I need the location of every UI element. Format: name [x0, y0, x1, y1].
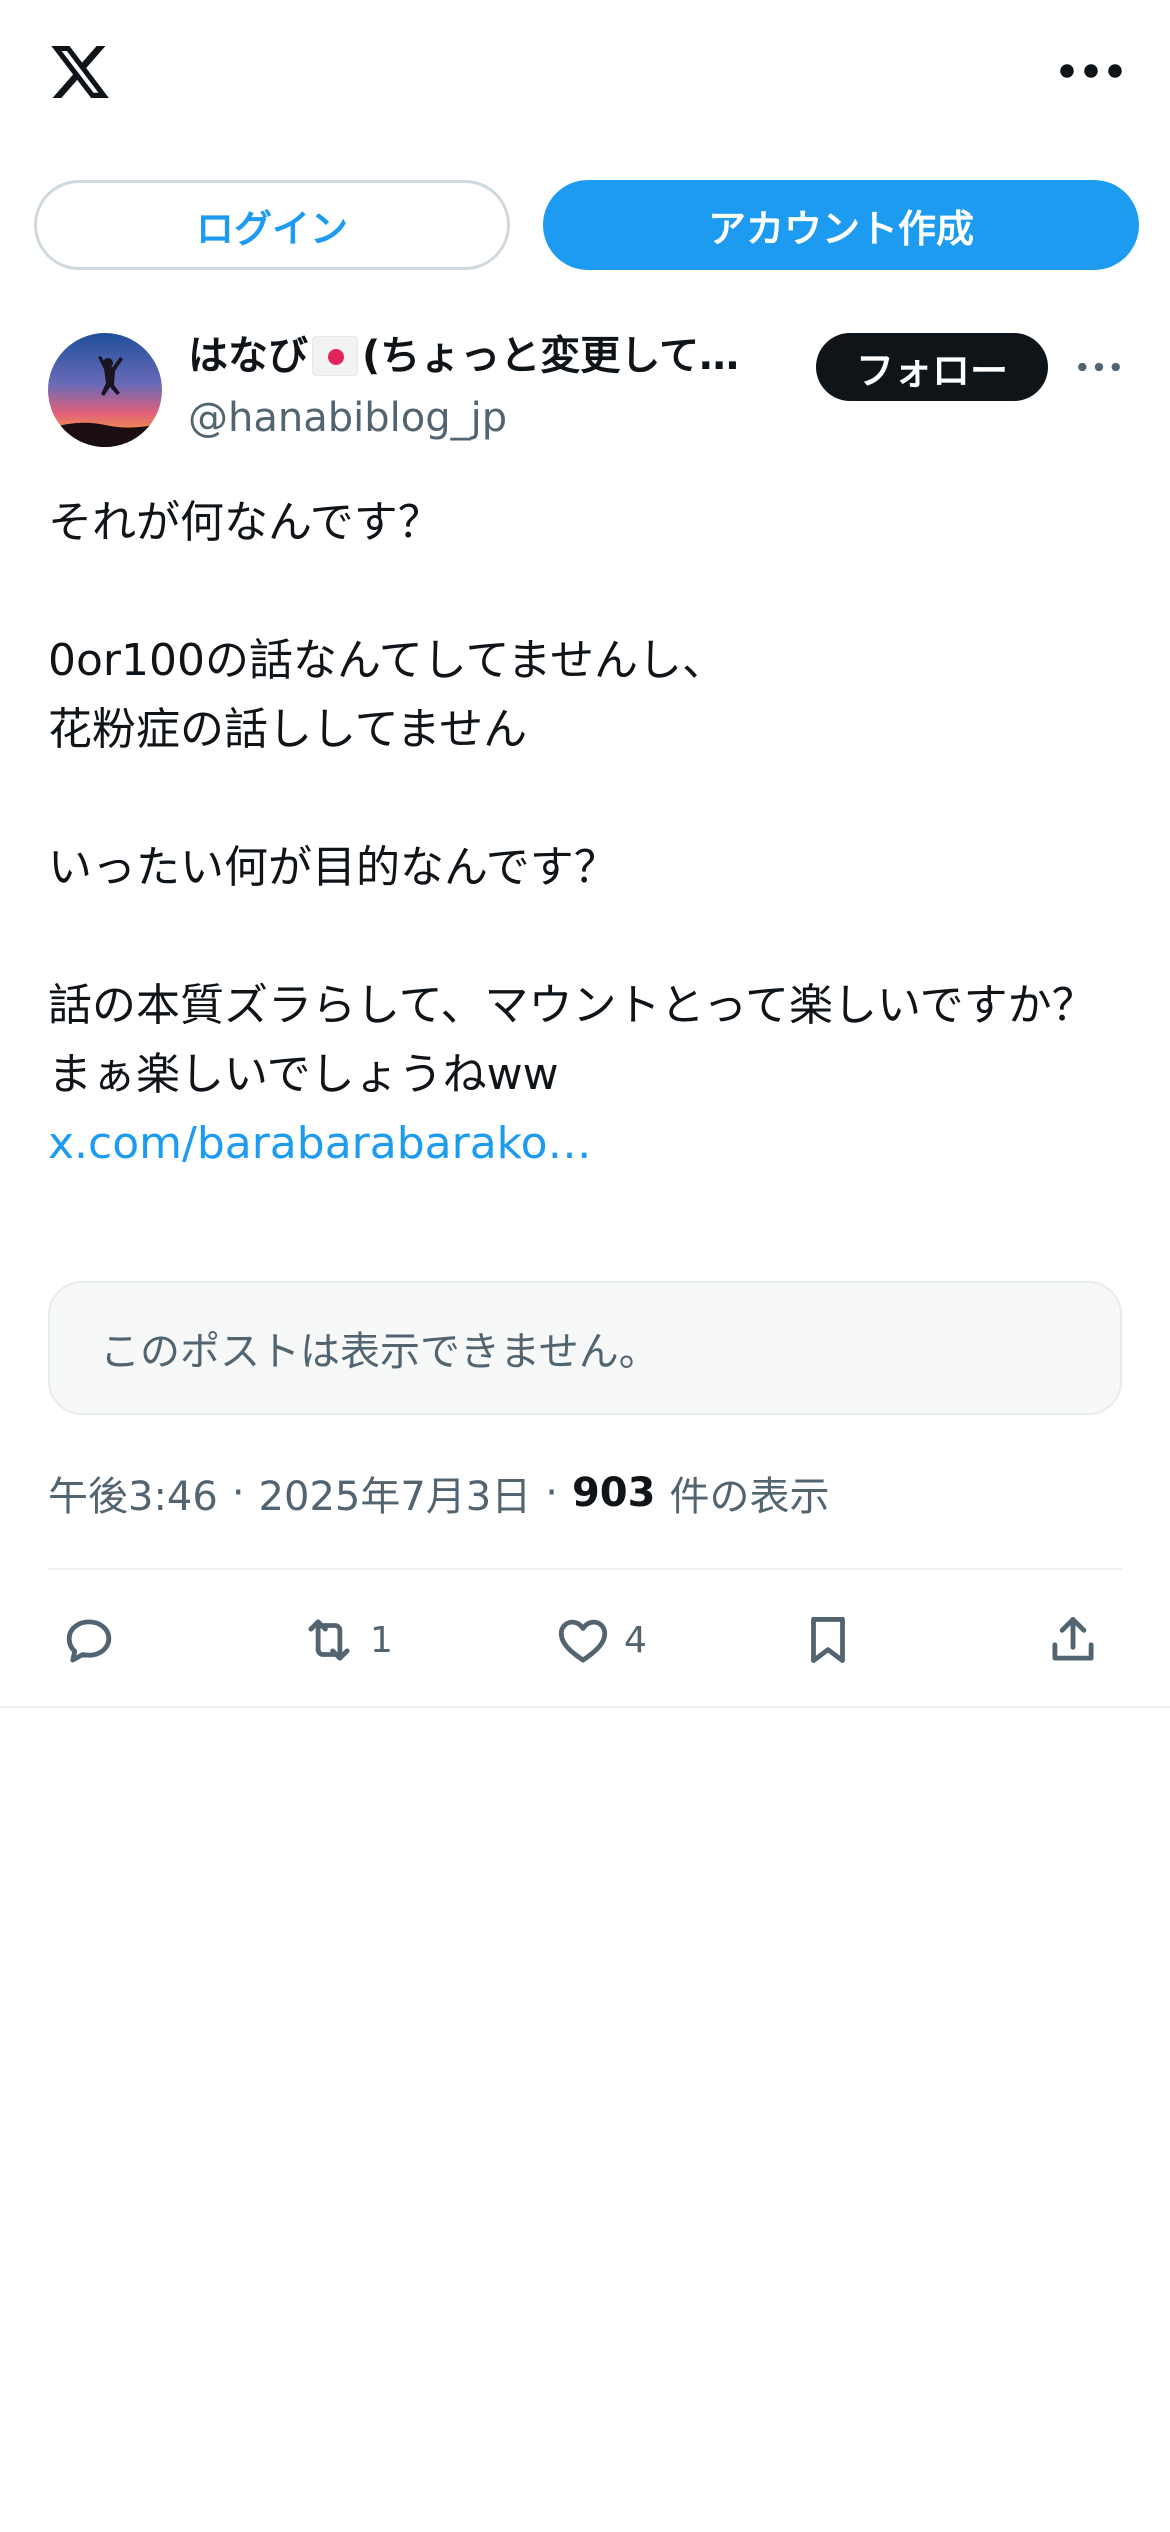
views-label: 件の表示: [669, 1474, 830, 1520]
follow-button[interactable]: フォロー: [816, 333, 1048, 401]
post-date[interactable]: 2025年7月3日: [259, 1464, 532, 1522]
meta-separator: ·: [545, 1470, 558, 1516]
like-button[interactable]: 4: [554, 1600, 647, 1680]
bookmark-icon: [811, 1617, 845, 1663]
create-account-button[interactable]: アカウント作成: [543, 180, 1139, 270]
post-time[interactable]: 午後3:46: [48, 1464, 218, 1522]
repost-count: 1: [370, 1619, 393, 1661]
action-bar: 1 4: [48, 1600, 1122, 1680]
divider: [48, 1568, 1122, 1570]
x-logo-icon[interactable]: [46, 40, 114, 104]
top-bar: [0, 0, 1170, 150]
more-horizontal-icon[interactable]: [1076, 355, 1122, 379]
post-link[interactable]: x.com/barabarabarako…: [48, 1118, 592, 1169]
display-name-suffix: (ちょっと変更して…: [362, 333, 740, 379]
more-horizontal-icon[interactable]: [1058, 56, 1124, 86]
post-text-line: まぁ楽しいでしょうねww: [48, 1049, 559, 1100]
divider: [0, 1706, 1170, 1708]
post-text-line: それが何なんです？: [48, 497, 442, 548]
avatar[interactable]: [48, 333, 162, 447]
repost-button[interactable]: 1: [300, 1600, 393, 1680]
reply-icon: [66, 1619, 112, 1663]
reply-button[interactable]: [60, 1600, 118, 1680]
login-button[interactable]: ログイン: [34, 180, 510, 270]
post-text-line: いったい何が目的なんです？: [48, 842, 618, 893]
post-text-line: 話の本質ズラらして、マウントとって楽しいですか？: [48, 980, 1096, 1031]
japan-flag-icon: [312, 336, 358, 376]
post-meta: 午後3:46 · 2025年7月3日 · 903 件の表示: [48, 1458, 829, 1528]
post-text: それが何なんです？ 0or100の話なんてしてませんし、 花粉症の話ししてません…: [48, 488, 1128, 1178]
like-count: 4: [624, 1619, 647, 1661]
share-button[interactable]: [1044, 1600, 1102, 1680]
share-icon: [1052, 1617, 1094, 1661]
heart-icon: [558, 1619, 608, 1663]
display-name[interactable]: はなび (ちょっと変更して…: [188, 326, 778, 386]
user-handle[interactable]: @hanabiblog_jp: [188, 388, 507, 448]
post-text-line: 0or100の話なんてしてませんし、: [48, 635, 726, 686]
meta-separator: ·: [231, 1470, 245, 1516]
views-count: 903: [571, 1470, 656, 1516]
display-name-prefix: はなび: [188, 333, 308, 379]
post-text-line: 花粉症の話ししてません: [48, 704, 528, 755]
quoted-post-unavailable: このポストは表示できません。: [48, 1281, 1122, 1415]
avatar-image: [48, 333, 162, 447]
bookmark-button[interactable]: [799, 1600, 857, 1680]
repost-icon: [308, 1619, 350, 1661]
